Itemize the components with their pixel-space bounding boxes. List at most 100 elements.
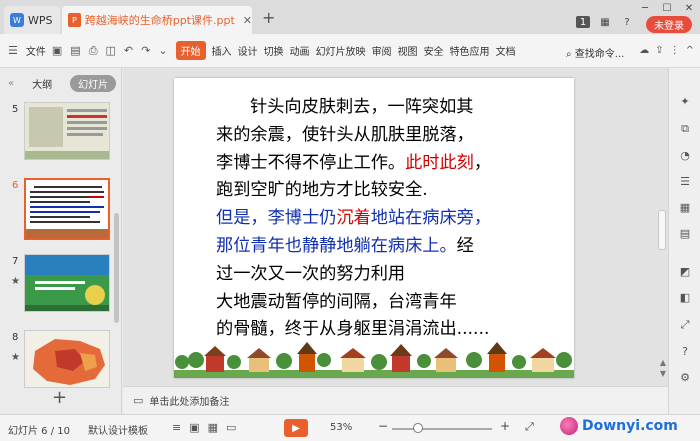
slide-text-segment: 过一次又一次的努力利用	[216, 263, 406, 284]
animation-icon[interactable]: ◩	[678, 264, 692, 278]
undo-icon[interactable]: ↶	[124, 44, 133, 57]
notes-area[interactable]: ▭ 单击此处添加备注	[123, 386, 668, 414]
status-left: 幻灯片 6 / 10 默认设计模板	[8, 422, 148, 437]
add-slide-icon[interactable]: +	[52, 387, 67, 408]
next-slide-icon[interactable]: ▼	[660, 369, 666, 378]
zoom-slider-knob[interactable]	[413, 423, 423, 433]
settings-icon[interactable]: ⚙	[678, 370, 692, 384]
transition-icon[interactable]: ◧	[678, 290, 692, 304]
menu-start[interactable]: 开始	[175, 41, 206, 60]
slide-text-segment: 那位青年也静静地躺在病床上。	[216, 235, 457, 256]
new-tab-icon[interactable]: +	[262, 8, 275, 27]
zoom-in-icon[interactable]: +	[500, 419, 510, 433]
slide-text-line: 但是，李博士仍沉着地站在病床旁，	[216, 205, 566, 233]
slide-canvas: 针头向皮肤刺去，一阵突如其 来的余震，使针头从肌肤里脱落， 李博士不得不停止工作。此…	[123, 68, 668, 386]
hamburger-menu-icon[interactable]: ☰	[8, 44, 18, 57]
collapse-panel-icon[interactable]: «	[8, 78, 14, 89]
menu-document[interactable]: 文档	[496, 43, 516, 58]
zoom-level[interactable]: 53%	[330, 422, 352, 433]
watermark-text: Downyi.com	[582, 418, 678, 434]
slide-text-line: 针头向皮肤刺去，一阵突如其	[216, 94, 566, 122]
zoom-slider-track[interactable]	[392, 428, 492, 430]
panel-scrollbar[interactable]	[114, 213, 119, 323]
slide-text-segment: 李博士不得不停止工作。	[216, 152, 406, 173]
tab-close-icon[interactable]: ✕	[243, 14, 252, 27]
copy-style-icon[interactable]: ⧉	[678, 122, 692, 136]
dropdown-icon[interactable]: ⌄	[158, 44, 167, 57]
redo-icon[interactable]: ↷	[141, 44, 150, 57]
village-border-illustration	[174, 342, 574, 378]
command-search[interactable]: ⌕ 查找命令...	[566, 45, 624, 60]
menu-view[interactable]: 视图	[398, 43, 418, 58]
slide-number: 6	[12, 180, 19, 191]
slide-thumbnail-active[interactable]	[24, 178, 110, 240]
save-icon[interactable]: ▣	[52, 44, 62, 57]
resize-icon[interactable]: ⤢	[678, 318, 692, 332]
minimize-icon[interactable]: ─	[634, 0, 656, 16]
shape-icon[interactable]: ◔	[678, 148, 692, 162]
current-slide[interactable]: 针头向皮肤刺去，一阵突如其 来的余震，使针头从肌肤里脱落， 李博士不得不停止工作。此…	[174, 78, 574, 378]
preview-icon[interactable]: ◫	[106, 44, 116, 57]
notes-icon: ▭	[133, 394, 144, 407]
tab-outline[interactable]: 大纲	[24, 75, 60, 92]
more-icon[interactable]: ⋮	[670, 45, 680, 56]
tab-wps-home[interactable]: W WPS	[4, 6, 60, 34]
title-icons: 1 ▦ ?	[576, 16, 634, 28]
collapse-ribbon-icon[interactable]: ^	[686, 45, 694, 56]
watermark-logo-icon	[560, 417, 578, 435]
close-window-icon[interactable]: ✕	[678, 0, 700, 16]
maximize-icon[interactable]: ☐	[656, 0, 678, 16]
open-icon[interactable]: ▤	[70, 44, 80, 57]
tab-slides[interactable]: 幻灯片	[70, 74, 117, 92]
prev-slide-icon[interactable]: ▲	[660, 358, 666, 367]
image-icon[interactable]: ▦	[678, 200, 692, 214]
thumbnail-7-graphic	[25, 255, 109, 311]
help-icon[interactable]: ?	[620, 16, 634, 28]
login-button[interactable]: 未登录	[646, 16, 692, 33]
menu-design[interactable]: 设计	[238, 43, 258, 58]
share-icon[interactable]: ⇪	[655, 45, 663, 56]
menu-features[interactable]: 特色应用	[450, 43, 490, 58]
layout-icon[interactable]: ▤	[678, 226, 692, 240]
slide-thumbnail[interactable]	[24, 330, 110, 388]
menu-animation[interactable]: 动画	[290, 43, 310, 58]
window-count-icon[interactable]: 1	[576, 16, 590, 28]
panel-tabs: « 大纲 幻灯片	[0, 68, 121, 98]
canvas-scrollbar[interactable]	[658, 210, 666, 250]
watermark: Downyi.com	[560, 417, 678, 435]
help-circle-icon[interactable]: ?	[678, 344, 692, 358]
menu-transition[interactable]: 切换	[264, 43, 284, 58]
fit-window-icon[interactable]: ⤢	[525, 420, 534, 434]
slide-counter: 幻灯片 6 / 10	[8, 426, 70, 437]
tab-document[interactable]: P 跨越海峡的生命桥ppt课件.ppt ✕	[62, 6, 252, 34]
menu-insert[interactable]: 插入	[212, 43, 232, 58]
magic-icon[interactable]: ✦	[678, 94, 692, 108]
slide-text-segment: 跑到空旷的地方才比较安全.	[216, 180, 428, 201]
animation-star-icon: ★	[11, 276, 20, 287]
slide-text-segment: 此时此刻	[405, 152, 474, 173]
reading-view-icon[interactable]: ▭	[226, 421, 236, 434]
canvas-scroll-controls: ▲ ▼	[660, 358, 666, 378]
slide-sorter-icon[interactable]: ▦	[208, 421, 218, 434]
slide-text-line: 那位青年也静静地躺在病床上。经	[216, 233, 566, 261]
notes-toggle-icon[interactable]: ≡	[172, 421, 181, 434]
menu-file[interactable]: 文件	[26, 43, 46, 58]
adjust-icon[interactable]: ☰	[678, 174, 692, 188]
slide-text-segment: ，	[473, 152, 492, 173]
sync-icon[interactable]: ☁	[639, 45, 649, 56]
template-name[interactable]: 默认设计模板	[88, 422, 148, 437]
slide-body-text[interactable]: 针头向皮肤刺去，一阵突如其 来的余震，使针头从肌肤里脱落， 李博士不得不停止工作。此…	[216, 94, 566, 344]
print-icon[interactable]: ⎙	[89, 44, 98, 58]
slide-text-line: 来的余震，使针头从肌肤里脱落，	[216, 122, 566, 150]
slide-thumbnail[interactable]	[24, 102, 110, 160]
search-icon: ⌕	[566, 49, 572, 60]
slide-text-segment: 经	[456, 235, 474, 256]
normal-view-icon[interactable]: ▣	[189, 421, 199, 434]
slide-thumbnail[interactable]	[24, 254, 110, 312]
menu-slideshow[interactable]: 幻灯片放映	[316, 43, 366, 58]
zoom-out-icon[interactable]: −	[378, 419, 388, 433]
slideshow-play-button[interactable]: ▶	[284, 419, 308, 437]
menu-security[interactable]: 安全	[424, 43, 444, 58]
skin-icon[interactable]: ▦	[598, 16, 612, 28]
menu-review[interactable]: 审阅	[372, 43, 392, 58]
